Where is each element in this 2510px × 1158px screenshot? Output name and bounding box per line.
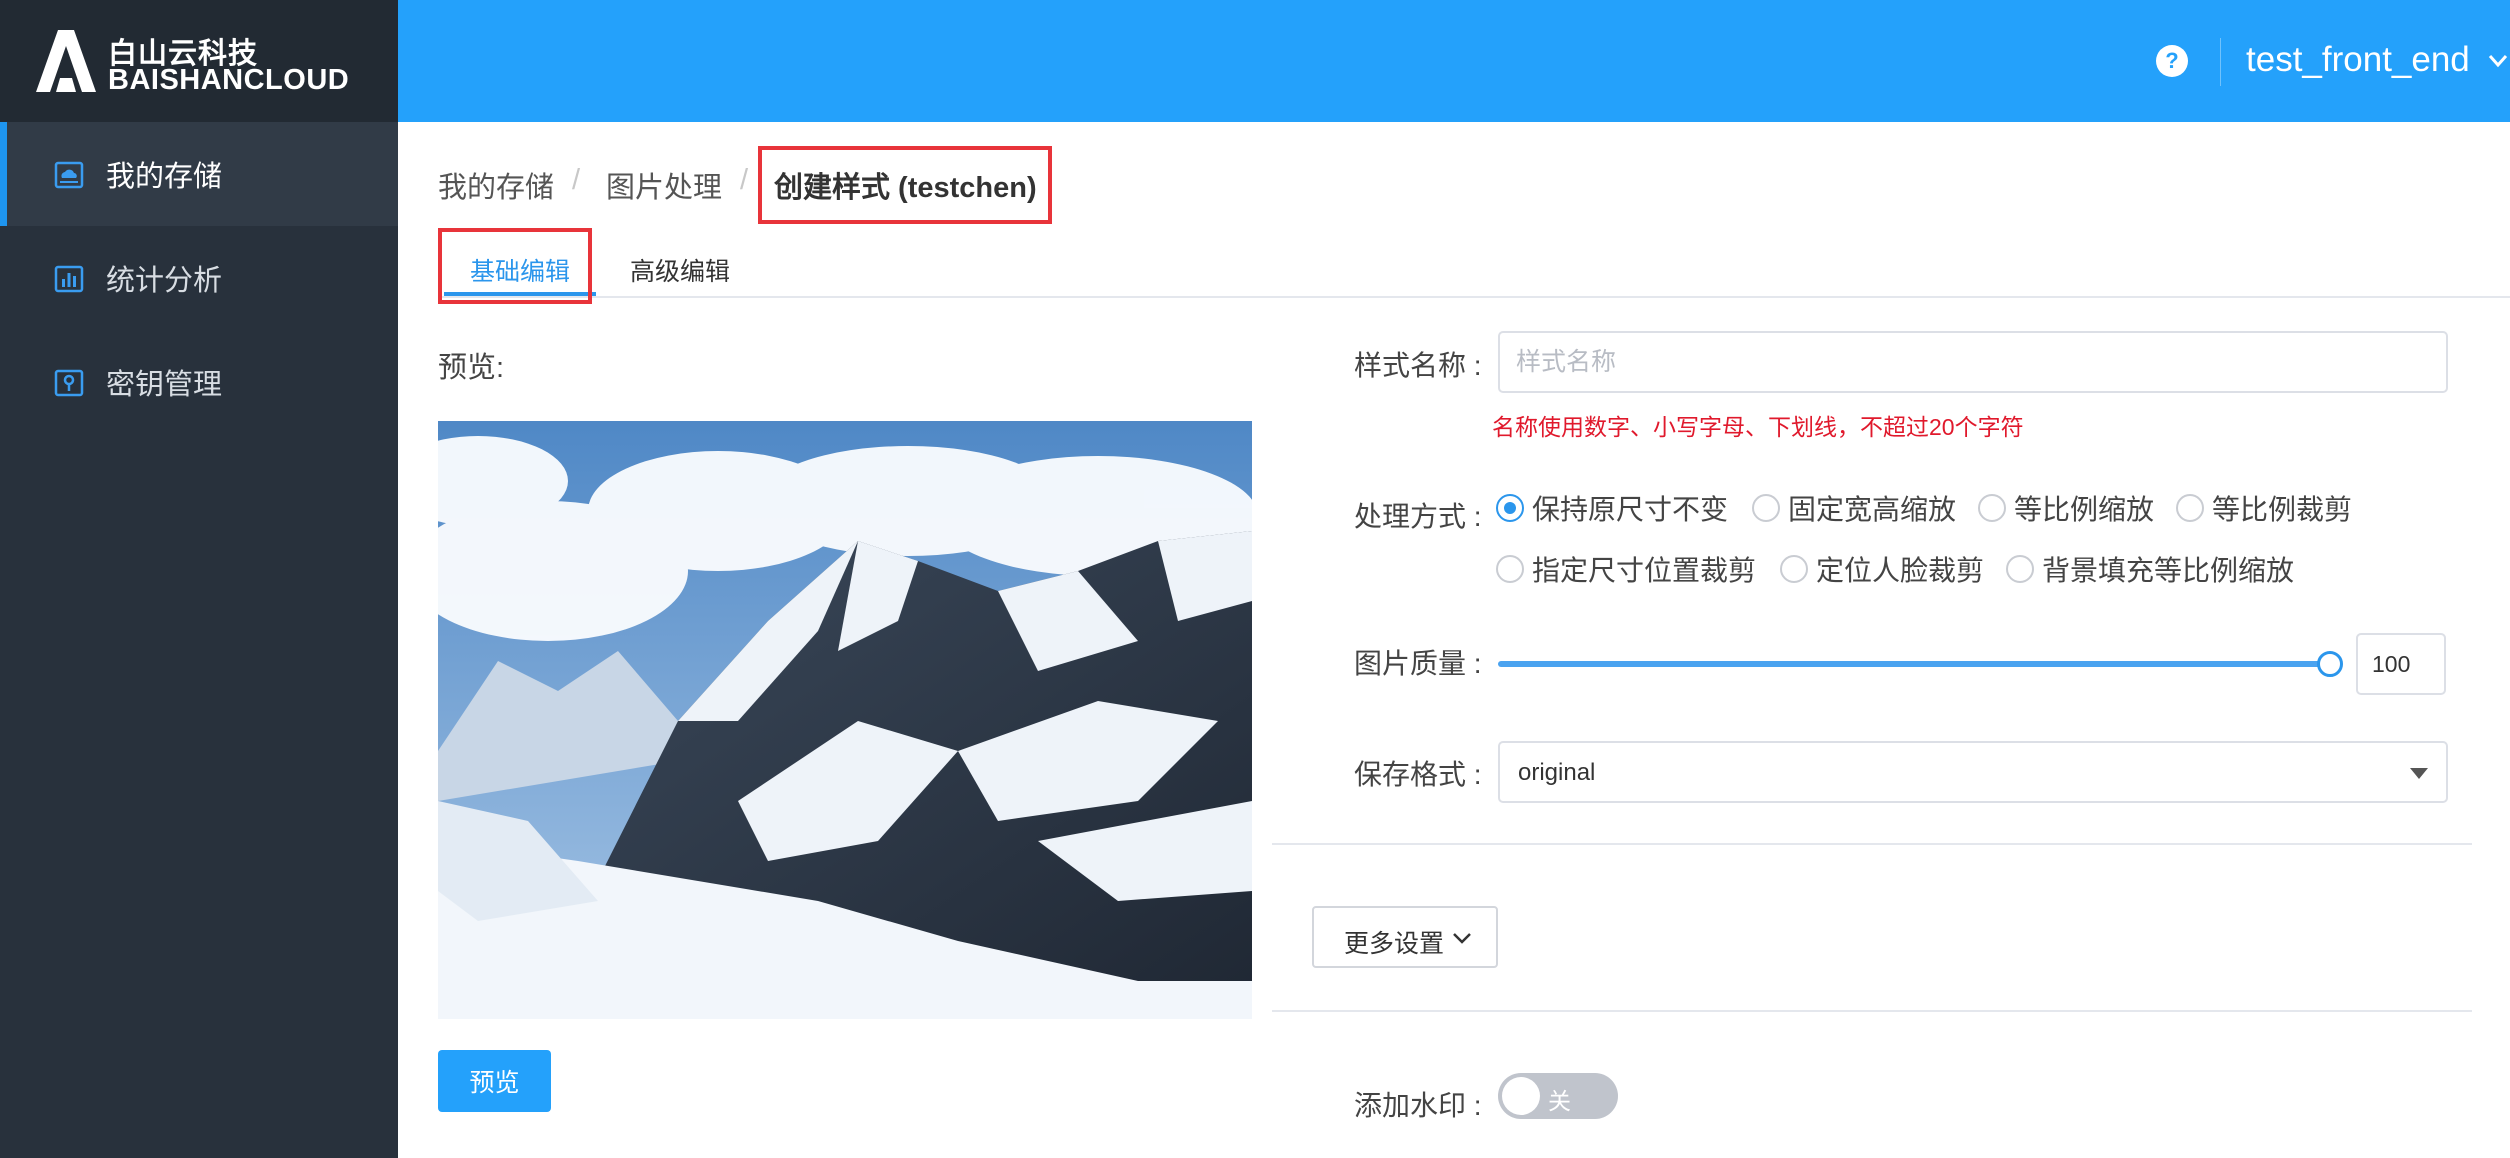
user-menu[interactable]: test_front_end	[2246, 40, 2470, 80]
breadcrumb-separator: /	[572, 164, 581, 196]
format-select[interactable]: original	[1498, 741, 2448, 803]
mountain-logo-icon	[36, 30, 96, 92]
preview-image	[438, 421, 1252, 1019]
toggle-knob	[1502, 1077, 1540, 1115]
watermark-toggle[interactable]: 关	[1498, 1073, 1618, 1119]
radio-dot	[1752, 494, 1780, 522]
radio-face-crop[interactable]: 定位人脸裁剪	[1780, 549, 1984, 589]
form-divider	[1272, 843, 2472, 845]
sidebar-item-label: 统计分析	[106, 265, 223, 297]
form-divider	[1272, 1010, 2472, 1012]
format-label: 保存格式 :	[1354, 759, 1482, 790]
sidebar-item-label: 我的存储	[106, 161, 223, 193]
style-name-hint: 名称使用数字、小写字母、下划线，不超过20个字符	[1492, 414, 2024, 440]
more-settings-label: 更多设置	[1344, 930, 1445, 958]
top-header: ? test_front_end	[398, 0, 2510, 122]
radio-dot	[1780, 555, 1808, 583]
chevron-down-icon	[1453, 933, 1471, 944]
highlight-box-breadcrumb	[758, 146, 1052, 224]
sidebar-item-storage[interactable]: 我的存储	[0, 122, 398, 226]
sidebar-item-label: 密钥管理	[106, 369, 223, 401]
radio-proportional-crop[interactable]: 等比例裁剪	[2176, 488, 2352, 528]
sidebar-item-statistics[interactable]: 统计分析	[0, 226, 398, 330]
radio-dot	[2176, 494, 2204, 522]
preview-label: 预览:	[438, 352, 505, 384]
radio-label: 定位人脸裁剪	[1816, 555, 1985, 586]
highlight-box-tab	[438, 228, 592, 304]
header-divider	[2220, 38, 2221, 86]
style-name-input[interactable]	[1498, 331, 2448, 393]
tabs-divider	[438, 296, 2510, 298]
radio-dot	[1978, 494, 2006, 522]
radio-keep-original[interactable]: 保持原尺寸不变	[1496, 488, 1728, 528]
style-name-label: 样式名称 :	[1354, 350, 1482, 381]
sidebar-item-keys[interactable]: 密钥管理	[0, 330, 398, 434]
chevron-down-icon[interactable]	[2488, 54, 2508, 68]
toggle-state-text: 关	[1548, 1088, 1571, 1114]
caret-down-icon	[2410, 768, 2428, 779]
help-icon[interactable]: ?	[2156, 45, 2188, 77]
breadcrumb-separator: /	[740, 164, 749, 196]
bar-chart-icon	[54, 265, 84, 293]
process-mode-label: 处理方式 :	[1354, 501, 1482, 532]
radio-dot	[2006, 555, 2034, 583]
quality-slider-track[interactable]	[1498, 661, 2330, 667]
quality-input[interactable]	[2356, 633, 2446, 695]
radio-position-crop[interactable]: 指定尺寸位置裁剪	[1496, 549, 1756, 589]
radio-label: 指定尺寸位置裁剪	[1532, 555, 1757, 586]
sidebar: 白山云科技 BAISHANCLOUD 我的存储 统计分析 密钥管理	[0, 0, 398, 1158]
breadcrumb-item-image-processing[interactable]: 图片处理	[606, 164, 722, 206]
radio-label: 等比例缩放	[2014, 494, 2155, 525]
radio-fixed-size[interactable]: 固定宽高缩放	[1752, 488, 1956, 528]
radio-label: 等比例裁剪	[2212, 494, 2353, 525]
radio-proportional-scale[interactable]: 等比例缩放	[1978, 488, 2154, 528]
cloud-storage-icon	[54, 161, 84, 189]
quality-label: 图片质量 :	[1354, 648, 1482, 679]
radio-dot	[1496, 494, 1524, 522]
breadcrumb-item-storage[interactable]: 我的存储	[438, 164, 554, 206]
radio-label: 固定宽高缩放	[1788, 494, 1957, 525]
preview-button[interactable]: 预览	[438, 1050, 551, 1112]
radio-background-fill[interactable]: 背景填充等比例缩放	[2006, 549, 2294, 589]
brand-logo[interactable]: 白山云科技 BAISHANCLOUD	[0, 0, 398, 122]
tab-advanced-edit[interactable]: 高级编辑	[630, 252, 730, 288]
brand-name-en: BAISHANCLOUD	[108, 64, 350, 96]
quality-slider-handle[interactable]	[2317, 651, 2343, 677]
radio-dot	[1496, 555, 1524, 583]
key-icon	[54, 369, 84, 397]
format-selected-value: original	[1518, 759, 1596, 786]
radio-label: 背景填充等比例缩放	[2042, 555, 2295, 586]
mountain-landscape-image	[438, 421, 1252, 1019]
more-settings-button[interactable]: 更多设置	[1312, 906, 1498, 968]
radio-label: 保持原尺寸不变	[1532, 494, 1729, 525]
watermark-label: 添加水印 :	[1354, 1090, 1482, 1121]
